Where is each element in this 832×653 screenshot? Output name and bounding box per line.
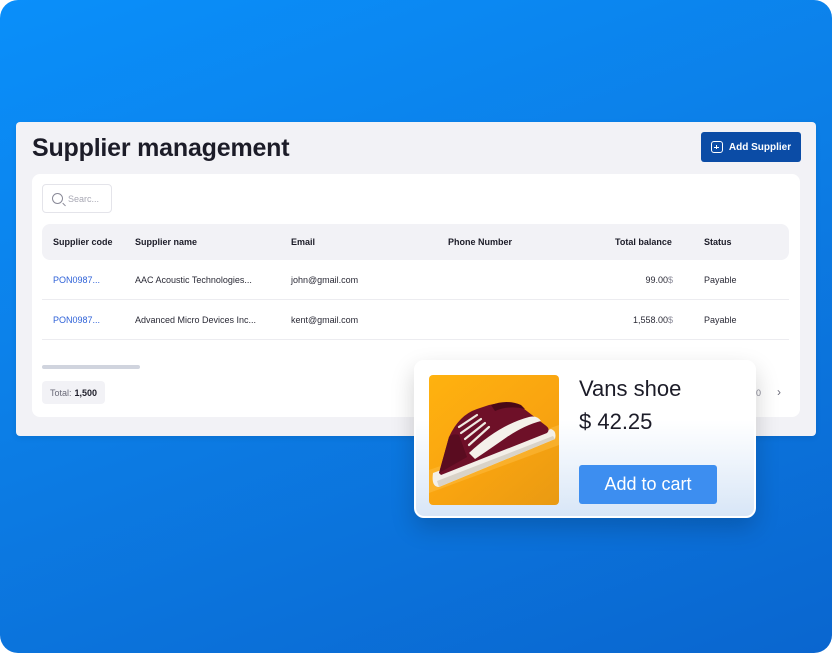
table-row[interactable]: PON0987... AAC Acoustic Technologies... … bbox=[42, 260, 789, 300]
add-supplier-button[interactable]: Add Supplier bbox=[701, 132, 801, 162]
total-label: Total: bbox=[50, 387, 72, 398]
column-header-status[interactable]: Status bbox=[704, 237, 732, 247]
product-price: $ 42.25 bbox=[579, 409, 653, 434]
pagination-number[interactable]: 0 bbox=[756, 388, 761, 398]
column-header-supplier-name[interactable]: Supplier name bbox=[135, 237, 197, 247]
plus-square-icon bbox=[710, 141, 723, 153]
page-title: Supplier management bbox=[32, 134, 290, 162]
horizontal-scrollbar[interactable] bbox=[42, 365, 140, 369]
shoe-illustration bbox=[429, 402, 559, 493]
column-header-total-balance[interactable]: Total balance bbox=[615, 237, 672, 247]
background: Supplier management Add Supplier Supplie… bbox=[0, 0, 832, 653]
supplier-code-link[interactable]: PON0987... bbox=[53, 315, 100, 325]
chevron-right-icon[interactable]: › bbox=[777, 385, 781, 399]
email-cell: john@gmail.com bbox=[291, 275, 359, 285]
search-icon bbox=[52, 193, 63, 204]
product-card: Vans shoe $ 42.25 Add to cart bbox=[414, 360, 756, 518]
product-image bbox=[429, 375, 559, 505]
total-value: 1,500 bbox=[74, 387, 98, 398]
column-header-supplier-code[interactable]: Supplier code bbox=[53, 237, 113, 247]
search-box[interactable] bbox=[42, 184, 112, 213]
supplier-name-cell: Advanced Micro Devices Inc... bbox=[135, 315, 257, 325]
column-header-phone[interactable]: Phone Number bbox=[448, 237, 512, 247]
column-header-email[interactable]: Email bbox=[291, 237, 315, 247]
balance-value: 1,558.00 bbox=[632, 315, 668, 325]
currency-symbol: $ bbox=[667, 275, 673, 285]
table-row[interactable]: PON0987... Advanced Micro Devices Inc...… bbox=[42, 300, 789, 340]
supplier-code-link[interactable]: PON0987... bbox=[53, 275, 100, 285]
status-cell: Payable bbox=[704, 275, 737, 285]
add-to-cart-button[interactable]: Add to cart bbox=[579, 465, 717, 504]
balance-cell: 1,558.00$ bbox=[633, 315, 673, 325]
balance-value: 99.00 bbox=[645, 275, 668, 285]
table-header: Supplier code Supplier name Email Phone … bbox=[42, 224, 789, 260]
email-cell: kent@gmail.com bbox=[291, 315, 359, 325]
currency-symbol: $ bbox=[667, 315, 673, 325]
supplier-name-cell: AAC Acoustic Technologies... bbox=[135, 275, 252, 285]
balance-cell: 99.00$ bbox=[645, 275, 673, 285]
product-name: Vans shoe bbox=[579, 376, 682, 401]
search-input[interactable] bbox=[68, 193, 108, 204]
add-supplier-label: Add Supplier bbox=[728, 141, 792, 153]
status-cell: Payable bbox=[704, 315, 737, 325]
total-count: Total: 1,500 bbox=[42, 381, 106, 404]
